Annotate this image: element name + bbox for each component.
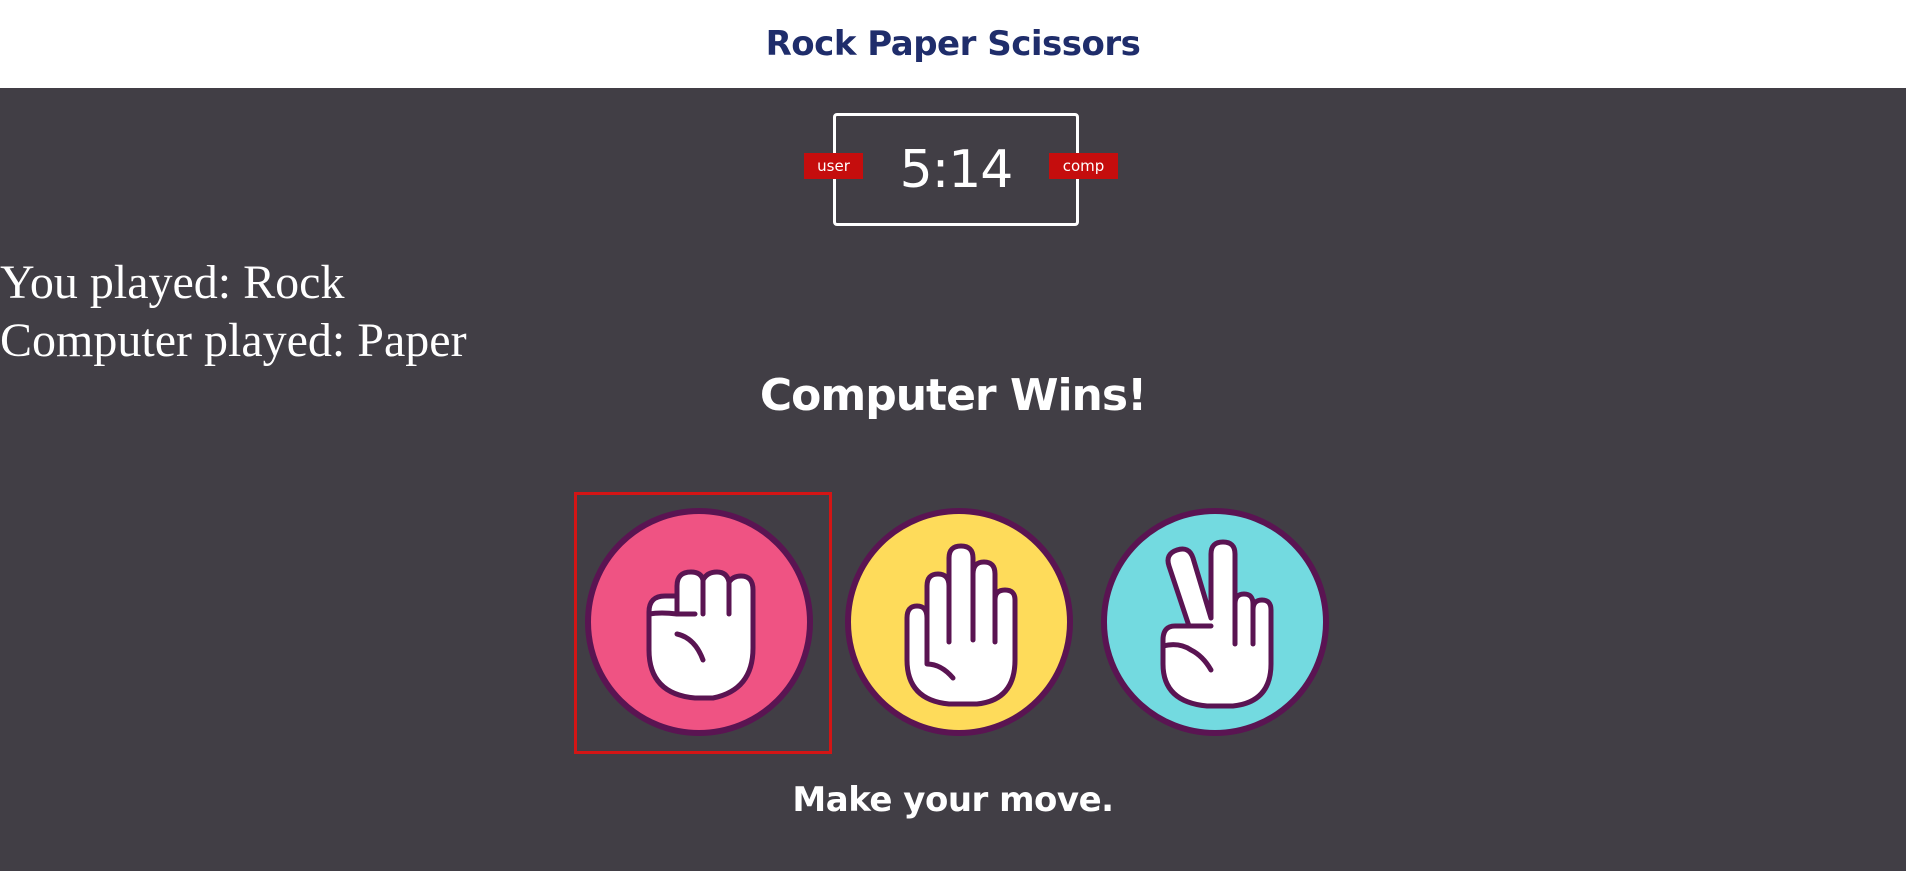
rock-button[interactable]	[585, 508, 813, 736]
scoreboard: 5:14	[833, 113, 1079, 226]
header: Rock Paper Scissors	[0, 0, 1906, 88]
move-prompt: Make your move.	[792, 780, 1114, 820]
open-hand-icon	[904, 543, 1018, 707]
score-display: 5:14	[899, 139, 1014, 200]
paper-button[interactable]	[845, 508, 1073, 736]
result-message: Computer Wins!	[759, 370, 1147, 421]
page-title: Rock Paper Scissors	[765, 24, 1141, 64]
comp-badge: comp	[1049, 153, 1118, 179]
user-played-text: You played: Rock	[0, 256, 345, 309]
peace-hand-icon	[1160, 539, 1274, 709]
computer-played-text: Computer played: Paper	[0, 314, 467, 367]
user-badge: user	[804, 153, 863, 179]
scissors-button[interactable]	[1101, 508, 1329, 736]
fist-hand-icon	[646, 569, 756, 701]
